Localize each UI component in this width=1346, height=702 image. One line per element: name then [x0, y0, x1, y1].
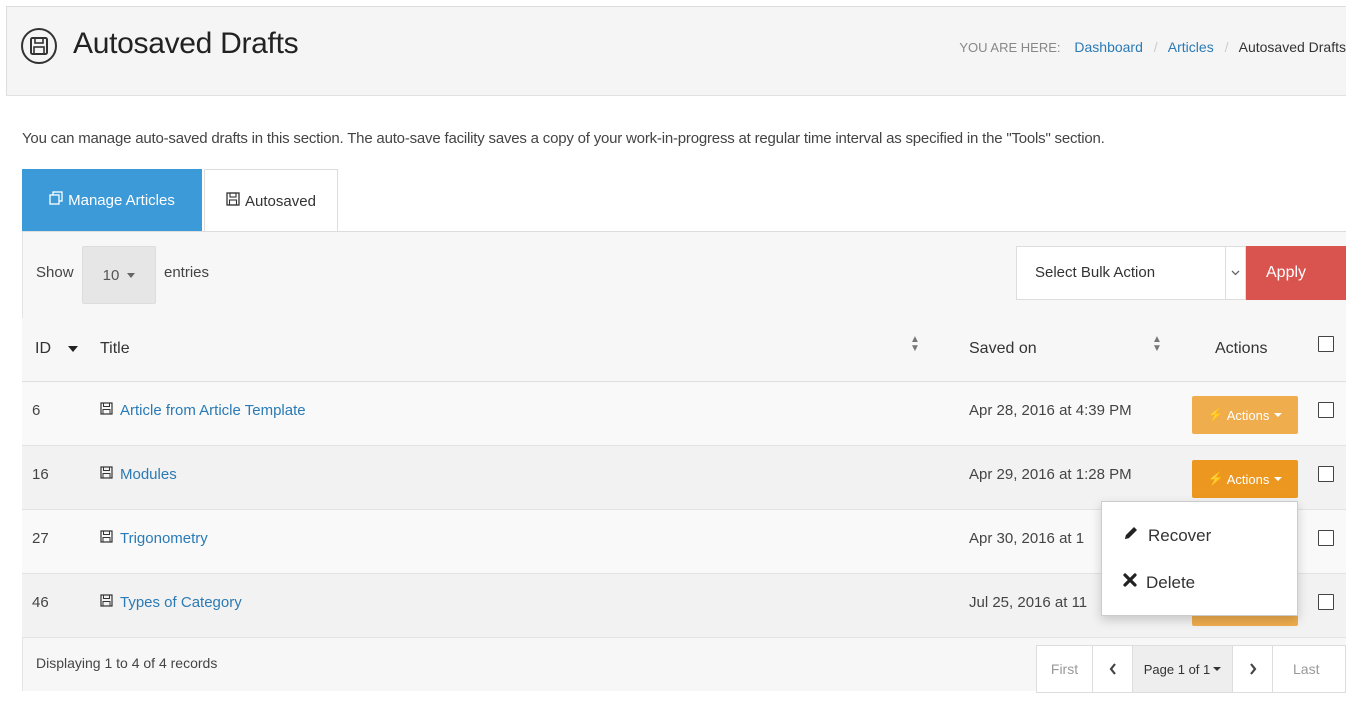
column-header-saved-on[interactable]: Saved on — [969, 340, 1037, 358]
row-id: 27 — [32, 530, 49, 547]
page-header: Autosaved Drafts YOU ARE HERE: Dashboard… — [6, 6, 1346, 96]
column-header-id[interactable]: ID — [35, 340, 51, 358]
pagination-first[interactable]: First — [1037, 646, 1093, 692]
column-header-title[interactable]: Title — [100, 340, 130, 358]
save-icon — [226, 192, 240, 210]
row-checkbox[interactable] — [1318, 594, 1334, 610]
pagination: First Page 1 of 1 Last — [1036, 645, 1346, 693]
row-id: 6 — [32, 402, 41, 419]
breadcrumb: YOU ARE HERE: Dashboard / Articles / Aut… — [959, 39, 1346, 55]
column-header-actions: Actions — [1215, 340, 1268, 357]
page-title: Autosaved Drafts — [73, 27, 299, 60]
row-checkbox[interactable] — [1318, 402, 1334, 418]
row-title-link[interactable]: Article from Article Template — [100, 402, 306, 419]
row-saved-on: Apr 29, 2016 at 1:28 PM — [969, 466, 1132, 483]
actions-button[interactable]: ⚡ Actions — [1192, 460, 1298, 498]
caret-icon — [1213, 667, 1222, 671]
select-all-checkbox[interactable] — [1318, 336, 1334, 352]
page-length-select[interactable]: 10 — [82, 246, 156, 304]
x-icon — [1122, 572, 1138, 593]
sort-icon[interactable]: ▲ ▼ — [910, 335, 920, 354]
pagination-page-select[interactable]: Page 1 of 1 — [1133, 646, 1233, 692]
bolt-icon: ⚡ — [1207, 407, 1224, 422]
tab-label: Manage Articles — [68, 191, 175, 209]
save-icon — [100, 530, 113, 547]
menu-item-delete[interactable]: Delete — [1122, 572, 1195, 593]
show-label: Show — [36, 264, 74, 281]
chevron-right-icon[interactable] — [1233, 646, 1273, 692]
save-icon — [100, 402, 113, 419]
save-icon — [100, 466, 113, 483]
bolt-icon: ⚡ — [1207, 471, 1224, 486]
table-row: 6 Article from Article Template Apr 28, … — [22, 382, 1346, 446]
save-icon — [21, 28, 57, 64]
pagination-last[interactable]: Last — [1273, 646, 1345, 692]
row-checkbox[interactable] — [1318, 530, 1334, 546]
save-icon — [100, 594, 113, 611]
tab-label: Autosaved — [245, 192, 316, 210]
pencil-icon — [1122, 524, 1140, 547]
row-saved-on: Apr 30, 2016 at 1 — [969, 530, 1085, 547]
sort-icon[interactable]: ▲ ▼ — [1152, 335, 1162, 354]
row-id: 46 — [32, 594, 49, 611]
row-checkbox[interactable] — [1318, 466, 1334, 482]
breadcrumb-current: Autosaved Drafts — [1238, 39, 1346, 55]
bulk-action-value: Select Bulk Action — [1035, 264, 1156, 281]
breadcrumb-label: YOU ARE HERE: — [959, 40, 1061, 55]
row-title-link[interactable]: Trigonometry — [100, 530, 208, 547]
breadcrumb-link-dashboard[interactable]: Dashboard — [1074, 39, 1143, 55]
breadcrumb-separator: / — [1224, 39, 1229, 55]
row-title-link[interactable]: Types of Category — [100, 594, 242, 611]
menu-item-recover[interactable]: Recover — [1122, 524, 1211, 547]
breadcrumb-link-articles[interactable]: Articles — [1168, 39, 1214, 55]
sort-desc-icon — [68, 346, 78, 352]
chevron-left-icon[interactable] — [1093, 646, 1133, 692]
table-header: ID Title ▲ ▼ Saved on ▲ ▼ Actions — [22, 318, 1346, 382]
caret-icon — [1274, 477, 1283, 481]
chevron-down-icon — [127, 272, 136, 278]
records-info: Displaying 1 to 4 of 4 records — [36, 655, 218, 671]
apply-button[interactable]: Apply — [1246, 246, 1346, 300]
breadcrumb-separator: / — [1153, 39, 1158, 55]
row-saved-on: Apr 28, 2016 at 4:39 PM — [969, 402, 1132, 419]
row-id: 16 — [32, 466, 49, 483]
actions-button[interactable]: ⚡ Actions — [1192, 396, 1298, 434]
row-title-link[interactable]: Modules — [100, 466, 177, 483]
tab-autosaved[interactable]: Autosaved — [204, 169, 338, 232]
bulk-action-select[interactable]: Select Bulk Action — [1016, 246, 1246, 300]
caret-icon — [1274, 413, 1283, 417]
tab-manage-articles[interactable]: Manage Articles — [22, 169, 202, 231]
page-length-value: 10 — [102, 266, 120, 284]
copy-icon — [49, 191, 63, 209]
entries-label: entries — [164, 264, 210, 281]
row-saved-on: Jul 25, 2016 at 11 — [969, 594, 1088, 611]
actions-dropdown-menu: Recover Delete — [1101, 501, 1298, 616]
section-description: You can manage auto-saved drafts in this… — [22, 130, 1105, 147]
chevron-down-icon — [1225, 247, 1245, 299]
